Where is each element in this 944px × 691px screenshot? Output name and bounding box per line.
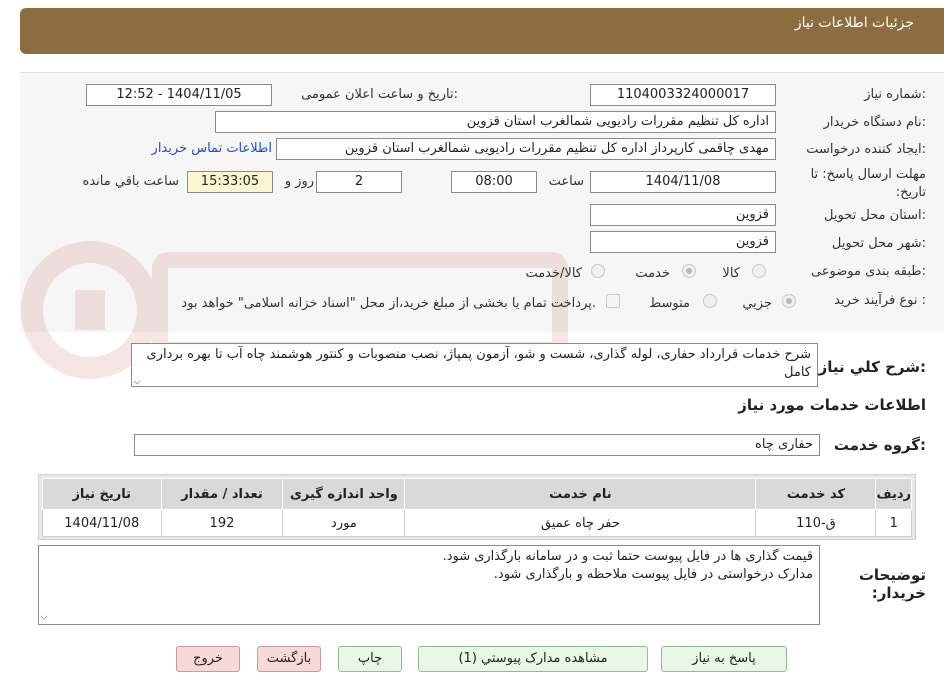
- deadline-time-field: 08:00: [451, 171, 537, 193]
- buyer-notes-line-2: مدارک درخواستی در فایل پیوست ملاحظه و با…: [493, 567, 813, 582]
- days-field: 2: [316, 171, 402, 193]
- process-partial-label: جزيي: [742, 296, 772, 311]
- requester-field: مهدی چاقمی کارپرداز اداره کل تنظیم مقررا…: [276, 138, 776, 160]
- reply-button[interactable]: پاسخ به نیاز: [661, 646, 787, 672]
- col-name-header: نام خدمت: [404, 478, 757, 510]
- col-date-header: تاریخ نیاز: [42, 478, 162, 510]
- col-unit-header: واحد اندازه گیری: [282, 478, 406, 510]
- deadline-label: مهلت ارسال پاسخ: تا تاریخ:: [810, 167, 926, 200]
- services-table-wrap: ردیف کد خدمت نام خدمت واحد اندازه گیری ت…: [38, 474, 916, 540]
- announce-label: تاریخ و ساعت اعلان عمومی:: [301, 87, 458, 102]
- city-field: قزوین: [590, 231, 776, 253]
- services-table: ردیف کد خدمت نام خدمت واحد اندازه گیری ت…: [42, 478, 912, 537]
- days-label: روز و: [284, 174, 314, 189]
- print-button[interactable]: چاپ: [338, 646, 402, 672]
- category-goods-label: کالا: [722, 266, 740, 281]
- need-number-field: 1104003324000017: [590, 84, 776, 106]
- back-button[interactable]: بازگشت: [257, 646, 321, 672]
- province-label: استان محل تحویل:: [824, 208, 926, 223]
- category-service-label: خدمت: [635, 266, 670, 281]
- process-medium-radio[interactable]: [703, 294, 717, 308]
- col-row-header: ردیف: [875, 478, 912, 510]
- category-goods-service-radio[interactable]: [591, 264, 605, 278]
- cell-date: 1404/11/08: [42, 509, 162, 537]
- payment-note: پرداخت تمام یا بخشی از مبلغ خرید،از محل …: [181, 296, 596, 311]
- exit-button[interactable]: خروج: [176, 646, 240, 672]
- process-partial-radio[interactable]: [782, 294, 796, 308]
- category-label: طبقه بندی موضوعی:: [810, 264, 926, 279]
- table-row: 1 ق-110 حفر چاه عمیق مورد 192 1404/11/08: [42, 509, 912, 537]
- cell-code: ق-110: [755, 509, 877, 537]
- description-textarea[interactable]: شرح خدمات قرارداد حفاری، لوله گذاری، شست…: [131, 343, 818, 387]
- category-goods-radio[interactable]: [752, 264, 766, 278]
- deadline-date-field: 1404/11/08: [590, 171, 776, 193]
- province-field: قزوین: [590, 204, 776, 226]
- col-code-header: کد خدمت: [755, 478, 877, 510]
- buyer-notes-label: توضیحات خریدار:: [858, 566, 926, 602]
- service-group-field: حفاری چاه: [134, 434, 820, 456]
- buyer-notes-line-1: قیمت گذاری ها در فایل پیوست حتما ثبت و د…: [442, 549, 813, 564]
- category-goods-service-label: کالا/خدمت: [525, 266, 582, 281]
- buyer-contact-link[interactable]: اطلاعات تماس خریدار: [152, 141, 272, 156]
- remaining-time-field: 15:33:05: [187, 171, 273, 193]
- category-service-radio[interactable]: [682, 264, 696, 278]
- process-medium-label: متوسط: [649, 296, 690, 311]
- remaining-label: ساعت باقي مانده: [82, 174, 179, 189]
- description-text: شرح خدمات قرارداد حفاری، لوله گذاری، شست…: [146, 347, 812, 380]
- buyer-org-label: نام دستگاه خریدار:: [823, 115, 926, 130]
- requester-label: ایجاد کننده درخواست:: [806, 142, 926, 157]
- page-title: جزئیات اطلاعات نیاز: [794, 15, 914, 31]
- need-number-label: شماره نیاز:: [864, 87, 926, 102]
- treasury-payment-checkbox[interactable]: [606, 294, 620, 308]
- cell-qty: 192: [160, 509, 284, 537]
- service-group-label: گروه خدمت:: [833, 436, 926, 454]
- view-attachments-button[interactable]: مشاهده مدارک پیوستي (1): [418, 646, 648, 672]
- col-qty-header: تعداد / مقدار: [160, 478, 284, 510]
- cell-row: 1: [875, 509, 912, 537]
- announce-field: 1404/11/05 - 12:52: [86, 84, 272, 106]
- cell-unit: مورد: [282, 509, 406, 537]
- city-label: شهر محل تحویل:: [831, 236, 926, 251]
- buyer-org-field: اداره کل تنظیم مقررات رادیویی شمالغرب اس…: [215, 111, 776, 133]
- description-label: شرح کلي نياز:: [818, 358, 926, 376]
- process-label: نوع فرآیند خرید :: [834, 293, 926, 308]
- deadline-time-label: ساعت: [548, 174, 584, 189]
- table-header-row: ردیف کد خدمت نام خدمت واحد اندازه گیری ت…: [42, 478, 912, 510]
- buyer-notes-textarea[interactable]: قیمت گذاری ها در فایل پیوست حتما ثبت و د…: [38, 545, 820, 625]
- cell-name: حفر چاه عمیق: [404, 509, 757, 537]
- services-section-title: اطلاعات خدمات مورد نیاز: [738, 396, 926, 414]
